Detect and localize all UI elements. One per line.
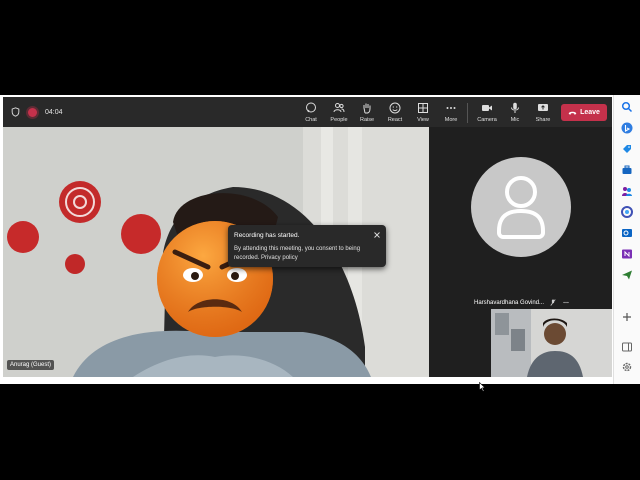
self-view-image	[491, 309, 612, 377]
outlook-icon[interactable]	[621, 227, 633, 239]
recording-icon	[28, 107, 37, 117]
hand-icon	[363, 103, 371, 114]
shield-icon	[11, 107, 20, 117]
camera-icon	[482, 105, 492, 111]
smile-icon	[389, 102, 401, 114]
chat-icon	[306, 102, 316, 113]
raise-hand-button[interactable]: Raise	[355, 101, 379, 125]
self-view-video[interactable]	[491, 309, 612, 377]
edge-shopping-icon[interactable]	[621, 143, 633, 155]
layout-icon[interactable]	[621, 341, 633, 353]
meeting-timer: 04:04	[45, 108, 63, 116]
view-button[interactable]: View	[411, 101, 435, 125]
chat-button[interactable]: Chat	[299, 101, 323, 125]
hang-up-icon	[568, 111, 577, 115]
bing-icon[interactable]	[621, 122, 633, 134]
toolbar-divider	[467, 103, 468, 123]
person-icon	[497, 176, 545, 239]
close-icon[interactable]	[374, 232, 380, 238]
onenote-icon[interactable]	[621, 248, 633, 260]
meeting-window: 04:04 Chat People Raise React View More	[0, 95, 640, 392]
browser-sidebar	[613, 95, 640, 384]
recording-notification: Recording has started. By attending this…	[228, 225, 386, 267]
react-button[interactable]: React	[383, 101, 407, 125]
more-dots-icon	[446, 107, 456, 109]
mic-off-icon	[550, 299, 556, 306]
leave-button[interactable]: Leave	[561, 104, 607, 121]
people-icon	[333, 103, 345, 113]
search-icon[interactable]	[621, 101, 633, 113]
add-icon[interactable]	[621, 311, 633, 323]
copilot-icon[interactable]	[621, 206, 633, 218]
share-screen-icon	[538, 104, 548, 111]
participant-name-row: Harshavardhana Govind...	[474, 299, 570, 306]
send-icon[interactable]	[621, 269, 633, 281]
participant-name: Harshavardhana Govind...	[474, 299, 545, 306]
meeting-toolbar: 04:04 Chat People Raise React View More	[3, 97, 612, 127]
mic-button[interactable]: Mic	[503, 101, 527, 125]
settings-icon[interactable]	[621, 361, 633, 373]
meeting-status: 04:04	[11, 97, 63, 127]
people-button[interactable]: People	[327, 101, 351, 125]
tools-icon[interactable]	[621, 164, 633, 176]
people-icon[interactable]	[621, 185, 633, 197]
participant-name-label: Anurag (Guest)	[7, 360, 55, 370]
more-options-icon[interactable]	[562, 299, 570, 306]
share-button[interactable]: Share	[531, 101, 555, 125]
participant-avatar	[471, 157, 571, 257]
more-button[interactable]: More	[439, 101, 463, 125]
notification-title: Recording has started.	[234, 232, 300, 239]
camera-button[interactable]: Camera	[475, 101, 499, 125]
mouse-cursor	[479, 379, 486, 392]
microphone-icon	[511, 102, 519, 113]
grid-icon	[418, 103, 428, 113]
notification-body: By attending this meeting, you consent t…	[234, 246, 361, 261]
